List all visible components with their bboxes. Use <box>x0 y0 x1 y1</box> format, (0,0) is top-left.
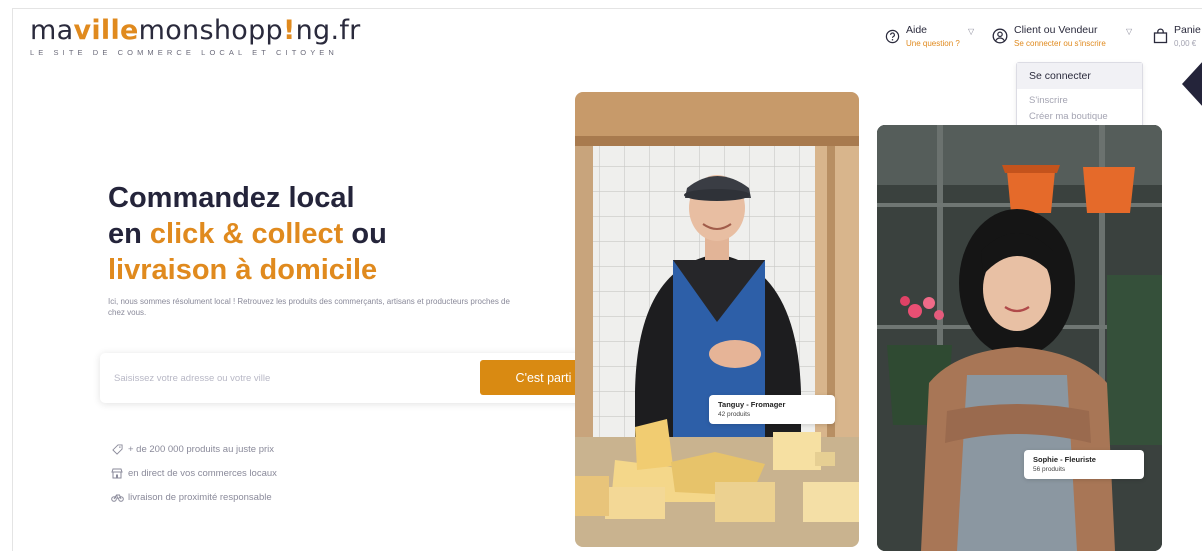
feature-item: livraison de proximité responsable <box>110 485 277 509</box>
feature-list: + de 200 000 produits au juste prix en d… <box>110 437 277 509</box>
hero-subtitle: Ici, nous sommes résolument local ! Retr… <box>108 297 510 317</box>
create-shop-link[interactable]: Créer ma boutique <box>1017 109 1142 125</box>
help-subtitle: Une question ? <box>906 39 960 48</box>
fromager-photo: Tanguy - Fromager 42 produits <box>575 92 859 547</box>
chevron-down-icon[interactable]: ▽ <box>1126 27 1132 36</box>
bike-icon <box>110 492 124 502</box>
fleuriste-photo: Sophie - Fleuriste 56 produits <box>877 125 1162 551</box>
tag-icon <box>110 443 124 455</box>
fromager-illustration <box>575 92 859 547</box>
side-panel-tab[interactable] <box>1182 60 1202 108</box>
account-subtitle: Se connecter ou s'inscrire <box>1014 39 1106 48</box>
help-circle-icon <box>884 28 900 44</box>
cart-total: 0,00 € <box>1174 39 1197 48</box>
store-icon <box>110 468 124 479</box>
fleuriste-illustration <box>877 125 1162 551</box>
cart-menu[interactable]: Panie 0,00 € <box>1152 24 1201 49</box>
seller-badge[interactable]: Tanguy - Fromager 42 produits <box>709 395 835 424</box>
logo-tagline: LE SITE DE COMMERCE LOCAL ET CITOYEN <box>30 48 338 57</box>
login-link[interactable]: Se connecter <box>1017 63 1142 89</box>
account-menu[interactable]: Client ou Vendeur Se connecter ou s'insc… <box>992 24 1106 49</box>
account-dropdown: Se connecter S'inscrire Créer ma boutiqu… <box>1016 62 1143 134</box>
shopping-bag-icon <box>1152 28 1168 44</box>
account-title: Client ou Vendeur <box>1014 24 1098 36</box>
help-title: Aide <box>906 24 928 36</box>
user-circle-icon <box>992 28 1008 44</box>
help-menu[interactable]: Aide Une question ? <box>884 24 960 49</box>
seller-badge[interactable]: Sophie - Fleuriste 56 produits <box>1024 450 1144 479</box>
chevron-down-icon[interactable]: ▽ <box>968 27 974 36</box>
logo-wordmark: mavillemonshopp!ng.fr <box>30 15 361 46</box>
hero-title: Commandez local en click & collect ou li… <box>108 182 387 286</box>
feature-item: + de 200 000 produits au juste prix <box>110 437 277 461</box>
cart-title: Panie <box>1174 24 1201 36</box>
signup-link[interactable]: S'inscrire <box>1017 93 1142 109</box>
feature-item: en direct de vos commerces locaux <box>110 461 277 485</box>
site-logo[interactable]: mavillemonshopp!ng.fr LE SITE DE COMMERC… <box>30 15 361 58</box>
address-input[interactable] <box>114 368 444 388</box>
address-search-bar: C'est parti <box>100 353 615 403</box>
